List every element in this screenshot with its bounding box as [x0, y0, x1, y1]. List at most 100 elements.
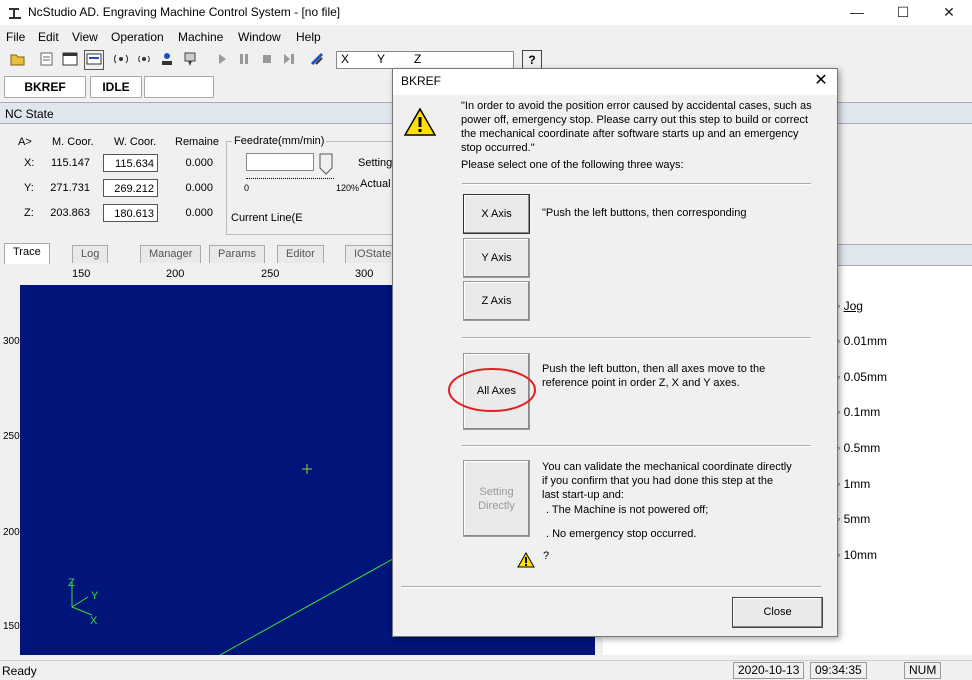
toggle-view-icon[interactable]: [84, 50, 104, 70]
feedrate-slider[interactable]: [246, 176, 334, 179]
jog-option-10mm[interactable]: ◦ 10mm: [836, 548, 877, 562]
jog-label: Jog: [843, 299, 863, 313]
machine-icon[interactable]: [181, 50, 199, 68]
open-icon[interactable]: [9, 50, 27, 68]
menu-file[interactable]: File: [6, 30, 25, 44]
feedrate-label: Feedrate(mm/min): [232, 135, 327, 147]
menu-window[interactable]: Window: [238, 30, 281, 44]
menu-view[interactable]: View: [72, 30, 98, 44]
nc-state-title: NC State: [5, 107, 54, 121]
axis-x-label: X:: [24, 157, 35, 169]
bkref-status: BKREF: [4, 76, 86, 98]
tab-trace[interactable]: Trace: [4, 243, 50, 264]
highlight-circle: [448, 368, 536, 412]
tab-log[interactable]: Log: [72, 245, 109, 263]
coord-x-label: X: [341, 52, 350, 66]
jog-option-1mm[interactable]: ◦ 1mm: [836, 477, 870, 491]
dialog-separator-2: [462, 337, 811, 339]
jog-option-label: 10mm: [843, 548, 877, 562]
play-icon[interactable]: [213, 50, 231, 68]
ruler-h-300: 300: [355, 268, 374, 280]
user-icon[interactable]: [158, 50, 176, 68]
ruler-v-150: 150: [3, 621, 20, 632]
jog-option-label: 0.01mm: [843, 334, 887, 348]
actual-label: Actual: [360, 178, 391, 190]
setting-directly-label: Setting Directly: [478, 485, 515, 512]
idle-status: IDLE: [90, 76, 142, 98]
jog-option-0.05mm[interactable]: ◦ 0.05mm: [836, 370, 887, 384]
signal2-icon[interactable]: [135, 50, 153, 68]
jog-option-label: 0.1mm: [843, 405, 881, 419]
signal-icon[interactable]: [112, 50, 130, 68]
jog-option-0.5mm[interactable]: ◦ 0.5mm: [836, 441, 880, 455]
jog-option-0.01mm[interactable]: ◦ 0.01mm: [836, 334, 887, 348]
condition-2-text: . No emergency stop occurred.: [546, 528, 697, 540]
step-icon[interactable]: [280, 50, 298, 68]
close-button[interactable]: Close: [732, 597, 823, 628]
tool-icon[interactable]: [308, 50, 326, 68]
z-axis-button[interactable]: Z Axis: [463, 281, 530, 321]
menu-edit[interactable]: Edit: [38, 30, 59, 44]
pause-icon[interactable]: [235, 50, 253, 68]
col-mcoor-header: M. Coor.: [52, 136, 94, 148]
dialog-titlebar: [393, 69, 837, 95]
app-logo-icon: [9, 8, 21, 19]
axis-y-label: Y:: [24, 182, 34, 194]
axis-y-marker: Y: [91, 590, 99, 602]
tab-editor[interactable]: Editor: [277, 245, 324, 263]
tab-params[interactable]: Params: [209, 245, 265, 263]
axis-line-x: [71, 606, 93, 616]
stop-icon[interactable]: [258, 50, 276, 68]
ready-status: Ready: [2, 664, 37, 678]
ruler-h-150: 150: [72, 268, 91, 280]
ruler-h-200: 200: [166, 268, 185, 280]
x-mcoor-value: 115.147: [51, 157, 90, 169]
menu-operation[interactable]: Operation: [111, 30, 164, 44]
maximize-button[interactable]: ☐: [880, 0, 926, 25]
dialog-separator-1: [462, 183, 811, 185]
question-mark-text: ?: [543, 550, 550, 562]
close-window-button[interactable]: ✕: [926, 0, 972, 25]
slider-thumb[interactable]: [318, 152, 336, 176]
jog-radio[interactable]: ◦ Jog: [836, 299, 863, 313]
axis-z-marker: Z: [68, 577, 75, 589]
coord-y-label: Y: [377, 52, 386, 66]
ruler-v-250: 250: [3, 431, 20, 442]
jog-option-label: 0.5mm: [843, 441, 881, 455]
view-icon[interactable]: [61, 50, 79, 68]
edit-icon[interactable]: [38, 50, 56, 68]
ruler-h-250: 250: [261, 268, 280, 280]
setting-hint-text: You can validate the mechanical coordina…: [542, 461, 792, 501]
jog-option-label: 1mm: [843, 477, 871, 491]
small-warning-icon: [517, 552, 535, 568]
jog-option-label: 0.05mm: [843, 370, 887, 384]
z-wcoor-field[interactable]: 180.613: [103, 204, 158, 222]
minimize-button[interactable]: —: [834, 0, 880, 25]
jog-option-5mm[interactable]: ◦ 5mm: [836, 512, 870, 526]
time-status: 09:34:35: [810, 662, 867, 679]
menu-help[interactable]: Help: [296, 30, 321, 44]
tab-manager[interactable]: Manager: [140, 245, 202, 263]
x-axis-button[interactable]: X Axis: [463, 194, 530, 234]
x-wcoor-field[interactable]: 115.634: [103, 154, 158, 172]
num-status: NUM: [904, 662, 942, 679]
setting-directly-button[interactable]: Setting Directly: [463, 460, 530, 537]
y-wcoor-field[interactable]: 269.212: [103, 179, 158, 197]
warning-icon: [403, 107, 437, 136]
feedrate-input[interactable]: [246, 153, 314, 171]
dialog-close-icon[interactable]: ✕: [812, 72, 830, 90]
y-axis-button[interactable]: Y Axis: [463, 238, 530, 278]
col-axis-header: A>: [18, 136, 32, 148]
setting-label: Setting: [358, 157, 393, 169]
help-button[interactable]: ?: [522, 50, 542, 70]
ruler-v-300: 300: [3, 336, 20, 347]
menu-machine[interactable]: Machine: [178, 30, 223, 44]
jog-option-0.1mm[interactable]: ◦ 0.1mm: [836, 405, 880, 419]
slider-min-label: 0: [244, 183, 250, 193]
z-mcoor-value: 203.863: [50, 207, 90, 219]
col-remain-header: Remaine: [175, 136, 220, 148]
trace-path: [219, 554, 401, 655]
current-line-label: Current Line(E: [231, 212, 303, 224]
y-mcoor-value: 271.731: [50, 182, 90, 194]
coordinate-input[interactable]: [336, 51, 514, 69]
